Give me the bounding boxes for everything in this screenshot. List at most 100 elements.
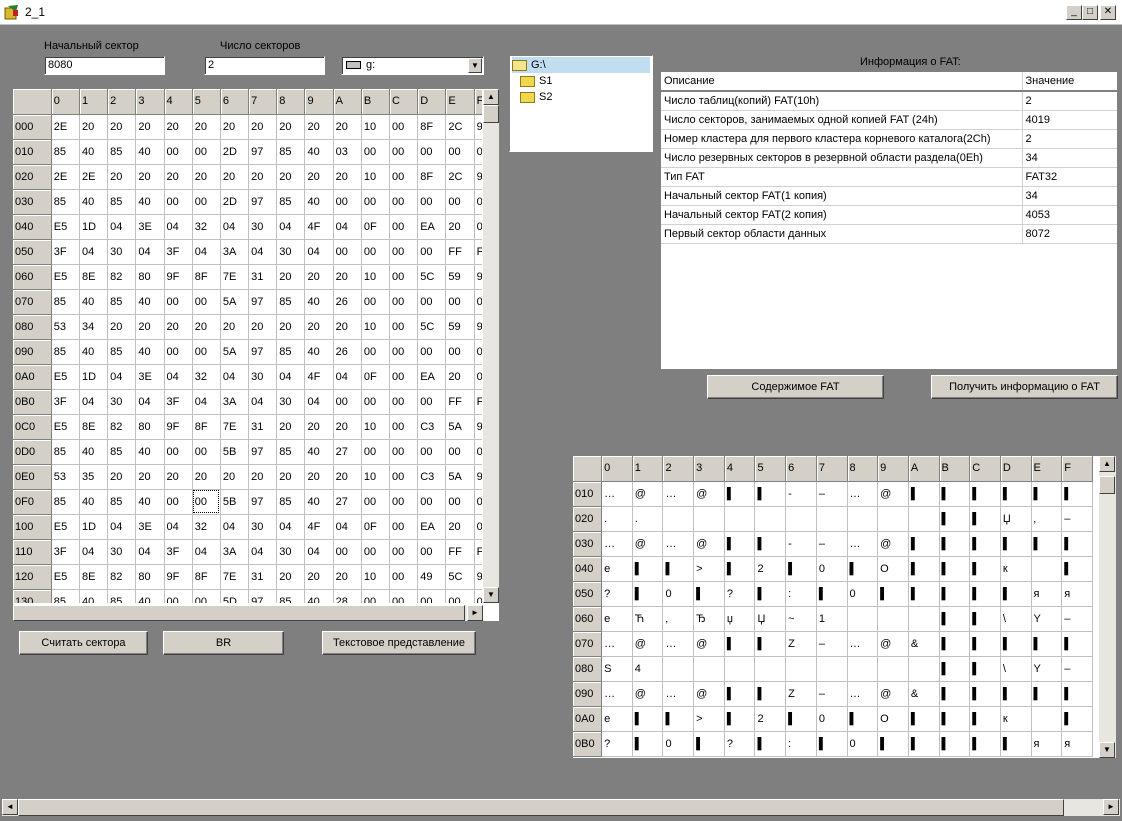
grid-cell[interactable]: ▌ [754, 631, 787, 657]
grid-cell[interactable]: 97 [248, 139, 278, 165]
grid-cell[interactable]: ▌ [939, 731, 971, 757]
grid-cell[interactable]: 30 [276, 389, 306, 415]
grid-cell[interactable]: 5A [220, 289, 250, 315]
grid-cell[interactable]: ▌ [939, 531, 971, 557]
grid-cell[interactable]: 04 [192, 389, 221, 415]
grid-cell[interactable]: 3F [164, 389, 193, 415]
grid-cell[interactable]: 85 [276, 189, 306, 215]
text-view-button[interactable]: Текстовое представление [322, 631, 476, 655]
grid-cell[interactable]: 85 [107, 289, 137, 315]
grid-cell[interactable]: 00 [361, 339, 391, 365]
grid-cell[interactable]: ▌ [969, 581, 1001, 607]
grid-cell[interactable]: ▌ [632, 706, 664, 732]
grid-cell[interactable]: ▌ [908, 581, 940, 607]
grid-cell[interactable]: 85 [51, 339, 80, 365]
grid-cell[interactable]: 04 [220, 514, 250, 540]
grid-cell[interactable]: 97 [248, 489, 278, 515]
grid-cell[interactable]: @ [877, 681, 909, 707]
grid-cell[interactable]: 35 [79, 464, 109, 490]
grid-cell[interactable]: 82 [107, 264, 137, 290]
grid-cell[interactable]: - [785, 531, 817, 557]
grid-cell[interactable]: 40 [79, 139, 109, 165]
scroll-thumb[interactable] [13, 605, 465, 621]
grid-cell[interactable]: ▌ [724, 531, 756, 557]
grid-cell[interactable]: ▌ [1000, 681, 1032, 707]
grid-cell[interactable]: 20 [445, 214, 475, 240]
grid-cell[interactable]: E5 [51, 214, 80, 240]
grid-cell[interactable]: 00 [389, 389, 419, 415]
grid-cell[interactable]: 32 [192, 214, 221, 240]
grid-cell[interactable]: 30 [248, 364, 278, 390]
grid-cell[interactable]: ▌ [754, 681, 787, 707]
grid-cell[interactable]: 00 [389, 289, 419, 315]
grid-cell[interactable]: 2 [754, 706, 787, 732]
grid-cell[interactable]: 3F [51, 539, 80, 565]
grid-cell[interactable]: 00 [389, 214, 419, 240]
grid-cell[interactable]: 20 [220, 464, 250, 490]
grid-cell[interactable] [785, 656, 817, 682]
grid-cell[interactable]: 20 [135, 314, 165, 340]
grid-cell[interactable]: 00 [445, 439, 475, 465]
grid-cell[interactable]: ? [724, 581, 756, 607]
grid-cell[interactable]: 97 [248, 339, 278, 365]
scroll-thumb[interactable] [483, 105, 499, 123]
grid-cell[interactable]: 97 [474, 564, 482, 590]
grid-cell[interactable]: 82 [107, 414, 137, 440]
grid-cell[interactable]: 40 [79, 589, 109, 603]
grid-cell[interactable]: 27 [333, 489, 362, 515]
grid-cell[interactable]: 20 [220, 164, 250, 190]
grid-cell[interactable]: 10 [361, 464, 391, 490]
grid-cell[interactable]: 4F [304, 214, 334, 240]
grid-cell[interactable]: 40 [304, 589, 334, 603]
grid-cell[interactable] [816, 506, 848, 532]
grid-cell[interactable]: 5D [220, 589, 250, 603]
grid-cell[interactable]: 04 [304, 389, 334, 415]
grid-cell[interactable]: 00 [389, 539, 419, 565]
grid-cell[interactable]: : [785, 731, 817, 757]
grid-cell[interactable]: 31 [248, 264, 278, 290]
grid-cell[interactable]: EA [417, 514, 447, 540]
grid-cell[interactable]: 20 [135, 464, 165, 490]
grid-cell[interactable]: FF [445, 389, 475, 415]
grid-cell[interactable]: 20 [248, 314, 278, 340]
grid-cell[interactable] [908, 506, 940, 532]
grid-cell[interactable]: 04 [79, 389, 109, 415]
grid-cell[interactable]: ▌ [969, 706, 1001, 732]
grid-cell[interactable]: 20 [276, 564, 306, 590]
grid-cell[interactable]: C3 [417, 414, 447, 440]
grid-cell[interactable]: е [601, 556, 633, 582]
grid-cell[interactable]: 8F [192, 564, 221, 590]
grid-cell[interactable]: \ [1000, 656, 1032, 682]
grid-cell[interactable]: … [847, 631, 879, 657]
grid-cell[interactable]: 00 [417, 589, 447, 603]
grid-cell[interactable]: 30 [276, 539, 306, 565]
grid-cell[interactable]: 85 [51, 189, 80, 215]
grid-cell[interactable]: 04 [135, 539, 165, 565]
grid-cell[interactable]: 3F [164, 239, 193, 265]
grid-cell[interactable]: 3A [220, 239, 250, 265]
grid-cell[interactable]: 85 [51, 589, 80, 603]
grid-cell[interactable]: ▌ [939, 706, 971, 732]
grid-cell[interactable]: 20 [445, 514, 475, 540]
grid-cell[interactable]: 85 [107, 439, 137, 465]
grid-cell[interactable] [754, 506, 787, 532]
grid-cell[interactable]: 00 [474, 589, 482, 603]
grid-cell[interactable]: 30 [107, 539, 137, 565]
grid-cell[interactable]: ‚ [1031, 506, 1063, 532]
grid-cell[interactable]: к [1000, 556, 1032, 582]
grid-cell[interactable]: 40 [79, 289, 109, 315]
grid-cell[interactable]: 00 [389, 239, 419, 265]
grid-cell[interactable]: & [908, 631, 940, 657]
grid-cell[interactable]: ▌ [908, 531, 940, 557]
grid-cell[interactable]: 00 [389, 189, 419, 215]
grid-cell[interactable]: 20 [192, 464, 221, 490]
grid-cell[interactable]: 5C [417, 314, 447, 340]
grid-cell[interactable]: … [601, 631, 633, 657]
grid-cell[interactable]: 00 [192, 189, 221, 215]
grid-cell[interactable]: E5 [51, 264, 80, 290]
grid-cell[interactable]: 85 [107, 139, 137, 165]
grid-cell[interactable]: E5 [51, 514, 80, 540]
grid-cell[interactable] [877, 606, 909, 632]
grid-cell[interactable]: ▌ [1061, 631, 1093, 657]
grid-cell[interactable]: 9F [164, 564, 193, 590]
